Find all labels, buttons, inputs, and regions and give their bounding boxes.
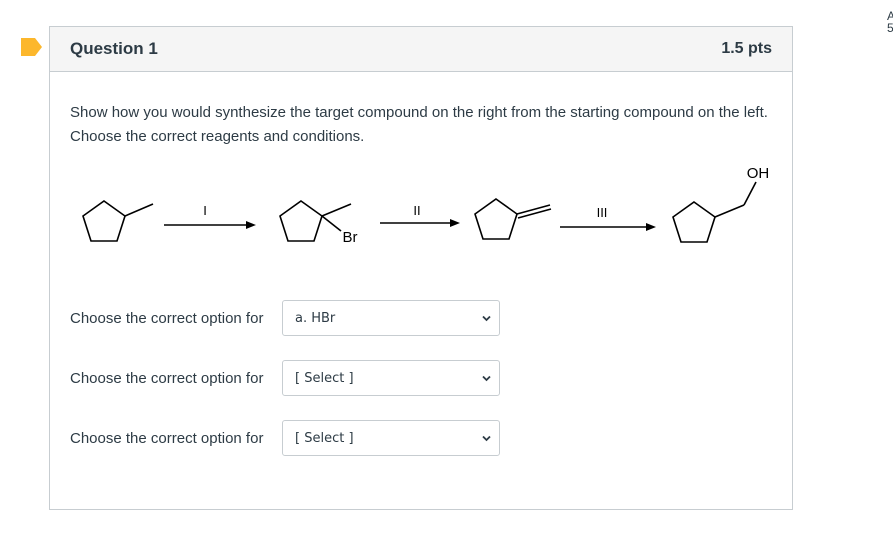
step-label-2: II <box>413 203 420 218</box>
step-label-3: III <box>597 205 608 220</box>
bromo-label: Br <box>343 229 358 246</box>
select-value: [ Select ] <box>295 430 354 446</box>
arrow-step-3-head <box>646 223 656 231</box>
reaction-scheme: I Br II III OH <box>82 165 770 246</box>
chevron-down-icon <box>482 375 491 382</box>
step-label-1: I <box>203 203 207 218</box>
answer-row-label: Choose the correct option for <box>70 429 264 447</box>
bookmark-flag-icon[interactable] <box>21 38 43 56</box>
question-points: 1.5 pts <box>721 40 772 57</box>
question-card: Question 1 1.5 pts Show how you would sy… <box>49 26 793 510</box>
question-header: Question 1 1.5 pts <box>50 27 792 72</box>
bromo-intermediate <box>279 200 352 242</box>
clipped-edge-text: A 5 <box>887 10 893 34</box>
starting-compound <box>82 200 154 242</box>
select-value: a. HBr <box>295 310 336 326</box>
hydroxyl-label: OH <box>747 165 770 182</box>
arrow-step-2-head <box>450 219 460 227</box>
target-compound <box>672 181 757 243</box>
methylene-intermediate <box>474 198 552 240</box>
edge-char-2: 5 <box>887 21 893 34</box>
question-prompt: Show how you would synthesize the target… <box>70 104 768 145</box>
chevron-down-icon <box>482 435 491 442</box>
reagent-select-3[interactable]: [ Select ] <box>282 420 500 456</box>
reagent-select-2[interactable]: [ Select ] <box>282 360 500 396</box>
reagent-select-1[interactable]: a. HBr <box>282 300 500 336</box>
question-title: Question 1 <box>70 39 158 58</box>
select-value: [ Select ] <box>295 370 354 386</box>
answer-row-3: Choose the correct option for [ Select ] <box>70 419 500 457</box>
answer-row-2: Choose the correct option for [ Select ] <box>70 359 500 397</box>
arrow-step-1-head <box>246 221 256 229</box>
chevron-down-icon <box>482 315 491 322</box>
answer-row-label: Choose the correct option for <box>70 309 264 327</box>
answer-row-label: Choose the correct option for <box>70 369 264 387</box>
answer-row-1: Choose the correct option for a. HBr <box>70 299 500 337</box>
